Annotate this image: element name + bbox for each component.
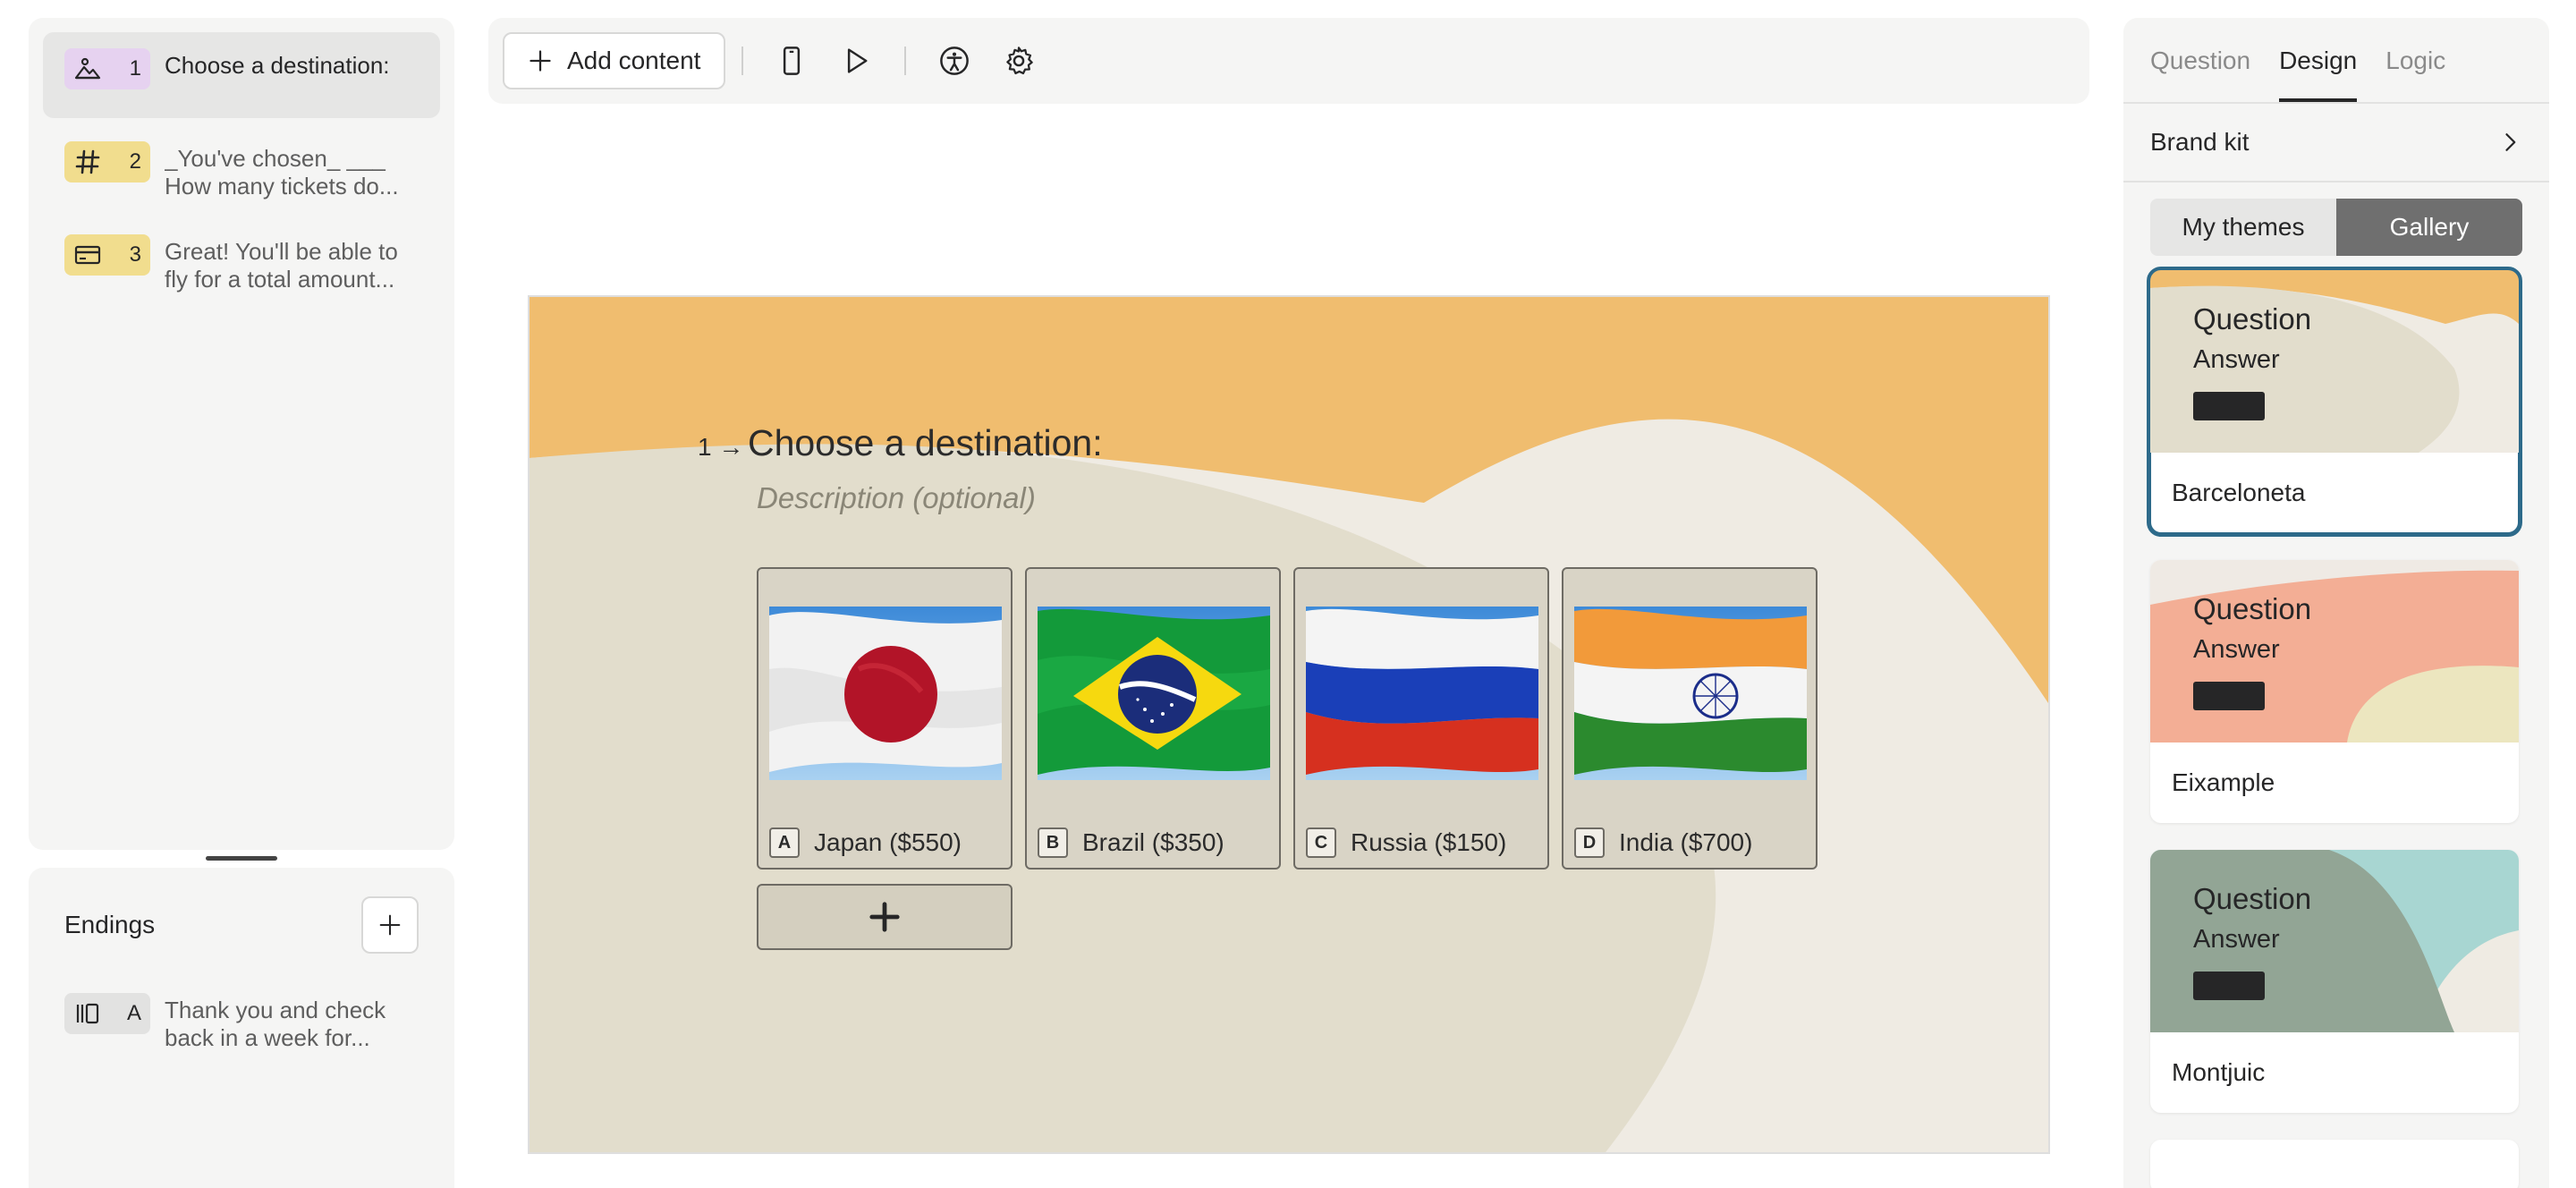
choice-key: C [1306, 827, 1336, 858]
plus-icon [379, 914, 401, 936]
theme-gallery: Question Answer Barceloneta Question Ans… [2123, 256, 2549, 1188]
question-text: _You've chosen_ ___ How many tickets do.… [165, 145, 399, 199]
panel-resize-handle[interactable] [206, 856, 277, 861]
plus-icon [869, 902, 900, 932]
credit-card-icon [74, 245, 101, 265]
add-content-label: Add content [567, 47, 701, 74]
choice-key: D [1574, 827, 1605, 858]
my-themes-button[interactable]: My themes [2150, 199, 2336, 256]
theme-button-sample [2193, 392, 2265, 420]
tab-design[interactable]: Design [2279, 18, 2358, 102]
endings-panel: Endings A Thank you and check back in a … [29, 868, 454, 1188]
question-list-panel: 1 Choose a destination: 2 _You've chosen… [29, 18, 454, 850]
question-badge: 2 [64, 141, 150, 182]
choice-b[interactable]: B Brazil ($350) [1025, 567, 1281, 870]
theme-answer-sample: Answer [2193, 925, 2280, 954]
choice-list: A Japan ($550) B Brazil ($350) C Russia … [757, 567, 1830, 870]
gallery-button[interactable]: Gallery [2336, 199, 2522, 256]
question-title[interactable]: Choose a destination: [748, 422, 1103, 464]
question-text: Great! You'll be able to fly for a total… [165, 238, 398, 293]
toolbar-divider [741, 47, 744, 75]
ending-item-a[interactable]: A Thank you and check back in a week for… [64, 993, 419, 1052]
panel-tabs: Question Design Logic [2123, 18, 2549, 104]
question-item-3[interactable]: 3 Great! You'll be able to fly for a tot… [43, 218, 440, 304]
mobile-preview-icon [784, 47, 801, 75]
choice-label: India ($700) [1619, 828, 1753, 856]
question-item-2[interactable]: 2 _You've chosen_ ___ How many tickets d… [43, 125, 440, 211]
question-number: 1 [129, 56, 141, 81]
theme-question-sample: Question [2193, 592, 2312, 625]
accessibility-icon [940, 47, 970, 75]
theme-card-eixample[interactable]: Question Answer Eixample [2150, 560, 2519, 823]
theme-card-montjuic[interactable]: Question Answer Montjuic [2150, 850, 2519, 1113]
endings-title: Endings [64, 911, 156, 938]
theme-answer-sample: Answer [2193, 345, 2280, 374]
theme-name: Barceloneta [2172, 479, 2306, 506]
brand-kit-label: Brand kit [2150, 128, 2250, 156]
brazil-flag [1038, 607, 1270, 780]
chevron-right-icon [2505, 133, 2516, 151]
choice-key: B [1038, 827, 1068, 858]
choice-c[interactable]: C Russia ($150) [1293, 567, 1549, 870]
ending-badge: A [64, 993, 150, 1034]
theme-button-sample [2193, 972, 2265, 1000]
theme-card-barceloneta[interactable]: Question Answer Barceloneta [2147, 267, 2522, 537]
india-flag [1574, 607, 1807, 780]
ending-text: Thank you and check back in a week for..… [165, 997, 386, 1051]
theme-button-sample [2193, 682, 2265, 710]
picture-choice-icon [74, 57, 101, 80]
theme-card-next[interactable] [2150, 1140, 2519, 1188]
editor-toolbar: Add content [488, 18, 2089, 104]
question-heading: 1 → Choose a destination: [698, 422, 1103, 464]
theme-name: Eixample [2172, 768, 2275, 796]
tab-logic[interactable]: Logic [2385, 18, 2445, 102]
ending-key: A [126, 1001, 141, 1025]
toolbar-divider [904, 47, 907, 75]
question-text: Choose a destination: [165, 52, 390, 79]
question-badge: 1 [64, 48, 150, 89]
preview-play-button[interactable] [831, 36, 881, 86]
tab-question[interactable]: Question [2150, 18, 2250, 102]
hash-icon [75, 149, 100, 174]
question-number: 3 [129, 242, 141, 267]
theme-question-sample: Question [2193, 882, 2312, 915]
settings-button[interactable] [994, 36, 1044, 86]
add-content-button[interactable]: Add content [503, 32, 726, 89]
choice-a[interactable]: A Japan ($550) [757, 567, 1013, 870]
plus-icon [530, 50, 551, 72]
brand-kit-row[interactable]: Brand kit [2123, 104, 2549, 182]
description-field[interactable]: Description (optional) [757, 481, 1036, 515]
question-number: 2 [129, 149, 141, 174]
choice-label: Russia ($150) [1351, 828, 1507, 856]
play-icon [848, 48, 868, 73]
question-item-1[interactable]: 1 Choose a destination: [43, 32, 440, 118]
question-number-arrow: 1 → [698, 433, 744, 461]
choice-label: Brazil ($350) [1082, 828, 1224, 856]
theme-source-toggle: My themes Gallery [2150, 199, 2522, 256]
ending-icon [76, 1003, 99, 1024]
accessibility-button[interactable] [929, 36, 979, 86]
add-ending-button[interactable] [361, 896, 419, 954]
japan-flag [769, 607, 1002, 780]
choice-key: A [769, 827, 800, 858]
choice-d[interactable]: D India ($700) [1562, 567, 1818, 870]
design-panel: Question Design Logic Brand kit My theme… [2123, 18, 2549, 1188]
question-canvas: 1 → Choose a destination: Description (o… [528, 295, 2050, 1154]
russia-flag [1306, 607, 1538, 780]
settings-icon [1006, 47, 1034, 75]
theme-answer-sample: Answer [2193, 635, 2280, 664]
choice-label: Japan ($550) [814, 828, 962, 856]
add-choice-button[interactable] [757, 884, 1013, 950]
mobile-preview-button[interactable] [767, 36, 817, 86]
theme-question-sample: Question [2193, 302, 2312, 335]
question-badge: 3 [64, 234, 150, 276]
theme-name: Montjuic [2172, 1058, 2266, 1086]
